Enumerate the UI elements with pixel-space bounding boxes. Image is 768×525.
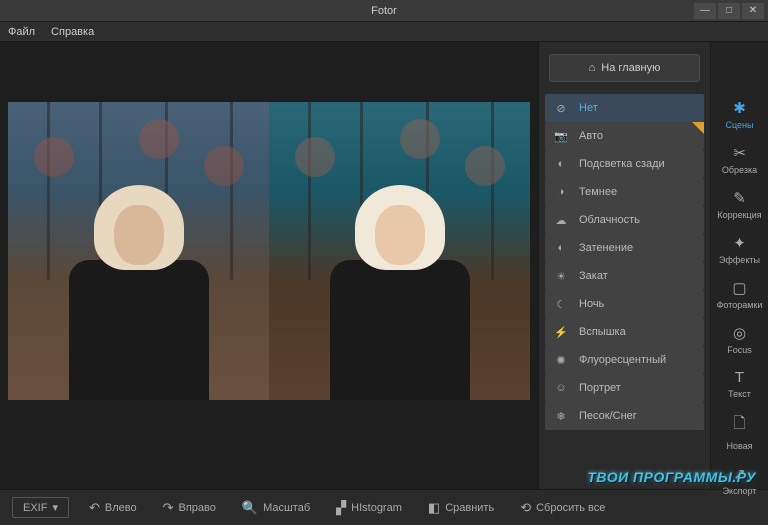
scene-icon: ◑ [553, 184, 569, 200]
image-before [8, 102, 269, 400]
scene-icon: ❄ [553, 408, 569, 424]
image-after [269, 102, 530, 400]
scene-label: Авто [579, 130, 603, 142]
scene-icon: ☁ [553, 212, 569, 228]
compare-button[interactable]: ◧Сравнить [422, 496, 500, 520]
zoom-button[interactable]: 🔍Масштаб [236, 496, 316, 520]
tool-новая[interactable]: 🗋 Новая [711, 406, 768, 458]
scene-item-9[interactable]: ✺ Флуоресцентный [545, 346, 704, 374]
tool-rail: ✱ Сцены ✂ Обрезка ✎ Коррекция ✦ Эффекты ▢ Фоторам… [710, 42, 768, 489]
scene-item-3[interactable]: ◑ Темнее [545, 178, 704, 206]
scene-label: Темнее [579, 186, 617, 198]
scene-icon: ☾ [553, 296, 569, 312]
tool-icon: ◎ [733, 324, 746, 342]
tool-icon: T [735, 369, 744, 386]
scene-icon: ◐ [553, 240, 569, 256]
scene-label: Песок/Снег [579, 410, 637, 422]
tool-focus[interactable]: ◎ Focus [711, 317, 768, 362]
tool-label: Focus [727, 345, 752, 355]
menubar: Файл Справка [0, 22, 768, 42]
tool-фоторамки[interactable]: ▢ Фоторамки [711, 272, 768, 317]
home-label: На главную [601, 62, 660, 74]
tool-icon: ✱ [733, 99, 746, 117]
reset-button[interactable]: ⟲Сбросить все [514, 496, 611, 520]
tool-эффекты[interactable]: ✦ Эффекты [711, 227, 768, 272]
scene-label: Закат [579, 270, 608, 282]
tool-label: Новая [726, 441, 752, 451]
tool-коррекция[interactable]: ✎ Коррекция [711, 182, 768, 227]
scene-icon: ⚡ [553, 324, 569, 340]
chevron-down-icon: ▾ [52, 501, 58, 514]
rotate-left-icon: ↶ [89, 500, 100, 516]
scene-item-7[interactable]: ☾ Ночь [545, 290, 704, 318]
menu-file[interactable]: Файл [8, 26, 35, 38]
scene-label: Флуоресцентный [579, 354, 666, 366]
histogram-icon: ▞ [336, 500, 346, 516]
tool-сцены[interactable]: ✱ Сцены [711, 92, 768, 137]
rotate-left-button[interactable]: ↶Влево [83, 496, 143, 520]
scene-label: Затенение [579, 242, 633, 254]
comparison-image [8, 102, 530, 400]
scene-item-0[interactable]: ⊘ Нет [545, 94, 704, 122]
zoom-icon: 🔍 [242, 500, 258, 516]
rotate-right-button[interactable]: ↷Вправо [157, 496, 222, 520]
tool-обрезка[interactable]: ✂ Обрезка [711, 137, 768, 182]
scene-icon: ☺ [553, 380, 569, 396]
scene-label: Нет [579, 102, 598, 114]
scene-item-5[interactable]: ◐ Затенение [545, 234, 704, 262]
tool-icon: ✦ [733, 234, 746, 252]
main-area: ⌂ На главную ⊘ Нет 📷 Авто ◐ Подсветка сзади ◑ Т… [0, 42, 768, 489]
tool-icon: 🗋 [733, 413, 745, 438]
scene-list: ⌂ На главную ⊘ Нет 📷 Авто ◐ Подсветка сзади ◑ Т… [539, 42, 710, 489]
scene-item-6[interactable]: ☀ Закат [545, 262, 704, 290]
scene-icon: 📷 [553, 128, 569, 144]
home-button[interactable]: ⌂ На главную [549, 54, 700, 82]
scene-item-10[interactable]: ☺ Портрет [545, 374, 704, 402]
scene-label: Подсветка сзади [579, 158, 665, 170]
scene-item-8[interactable]: ⚡ Вспышка [545, 318, 704, 346]
menu-help[interactable]: Справка [51, 26, 94, 38]
tool-icon: ✎ [733, 189, 746, 207]
tool-label: Экспорт [723, 486, 757, 496]
tool-icon: ▢ [732, 279, 746, 297]
tool-label: Коррекция [717, 210, 761, 220]
tool-label: Текст [728, 389, 751, 399]
bottombar: EXIF ▾ ↶Влево ↷Вправо 🔍Масштаб ▞HIstogra… [0, 489, 768, 525]
reset-icon: ⟲ [520, 500, 531, 516]
app-title: Fotor [371, 5, 397, 17]
tool-label: Эффекты [719, 255, 760, 265]
histogram-button[interactable]: ▞HIstogram [330, 496, 408, 520]
tool-label: Фоторамки [717, 300, 763, 310]
tool-icon: ✂ [733, 144, 746, 162]
compare-icon: ◧ [428, 500, 440, 516]
scene-item-4[interactable]: ☁ Облачность [545, 206, 704, 234]
scene-item-11[interactable]: ❄ Песок/Снег [545, 402, 704, 430]
right-panel: ⌂ На главную ⊘ Нет 📷 Авто ◐ Подсветка сзади ◑ Т… [538, 42, 768, 489]
watermark: ТВОИ ПРОГРАММЫ.РУ [587, 469, 756, 485]
canvas-area [0, 42, 538, 489]
rotate-right-icon: ↷ [163, 500, 174, 516]
tool-текст[interactable]: T Текст [711, 362, 768, 406]
tool-label: Обрезка [722, 165, 757, 175]
scene-icon: ☀ [553, 268, 569, 284]
scene-label: Портрет [579, 382, 621, 394]
scene-icon: ◐ [553, 156, 569, 172]
minimize-button[interactable]: — [694, 3, 716, 19]
scene-icon: ⊘ [553, 100, 569, 116]
tool-label: Сцены [726, 120, 754, 130]
home-icon: ⌂ [589, 62, 596, 74]
close-button[interactable]: ✕ [742, 3, 764, 19]
scene-label: Ночь [579, 298, 604, 310]
maximize-button[interactable]: □ [718, 3, 740, 19]
scene-item-1[interactable]: 📷 Авто [545, 122, 704, 150]
titlebar: Fotor — □ ✕ [0, 0, 768, 22]
scene-icon: ✺ [553, 352, 569, 368]
scene-label: Облачность [579, 214, 640, 226]
scene-label: Вспышка [579, 326, 626, 338]
scene-item-2[interactable]: ◐ Подсветка сзади [545, 150, 704, 178]
exif-button[interactable]: EXIF ▾ [12, 497, 69, 518]
window-controls: — □ ✕ [694, 3, 764, 19]
